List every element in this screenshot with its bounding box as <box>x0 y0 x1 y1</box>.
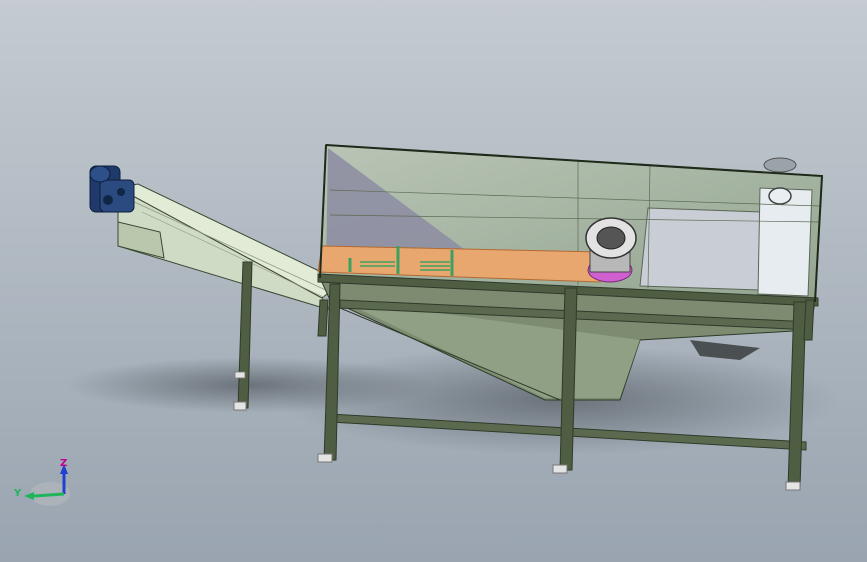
inlet-flange[interactable] <box>585 217 637 283</box>
y-axis-arrowhead <box>24 492 34 500</box>
y-axis-label: Y <box>13 488 22 499</box>
z-axis-label: Z <box>60 458 67 469</box>
axis-triad: Z Y <box>13 458 70 506</box>
model-scene[interactable] <box>0 0 867 562</box>
y-axis-arrow <box>33 492 65 498</box>
cad-viewport[interactable]: Z Y <box>0 0 867 562</box>
